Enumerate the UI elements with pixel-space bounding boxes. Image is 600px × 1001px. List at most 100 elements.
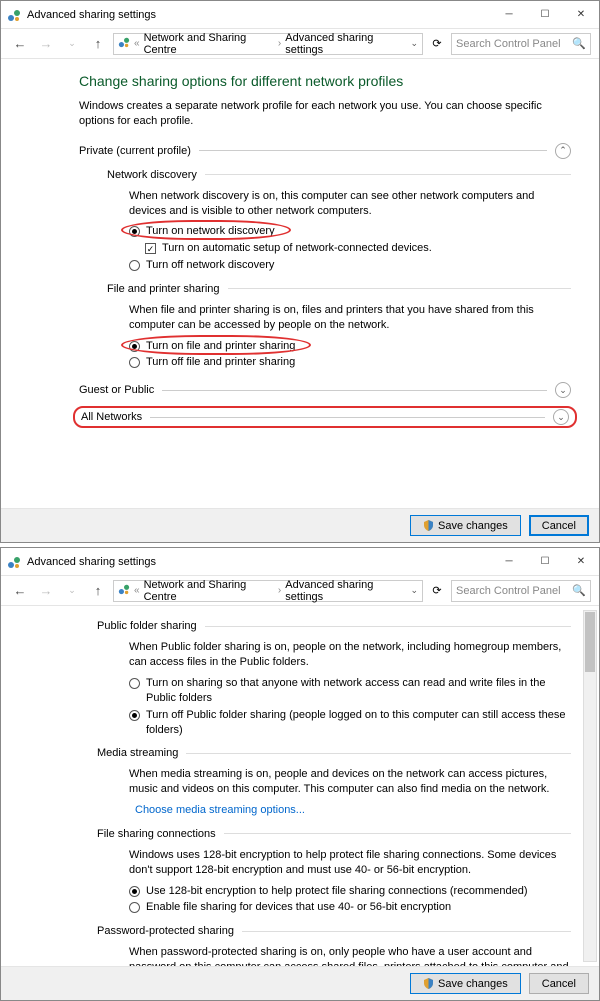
scrollbar-thumb[interactable] (585, 612, 595, 672)
minimize-button[interactable]: ─ (491, 1, 527, 29)
page-title: Change sharing options for different net… (79, 73, 571, 89)
breadcrumb-advanced-sharing[interactable]: Advanced sharing settings (285, 579, 406, 603)
search-icon: 🔍 (572, 584, 586, 597)
scrollbar[interactable] (583, 610, 597, 962)
subsection-media: Media streaming (97, 747, 571, 759)
fsc-desc: Windows uses 128-bit encryption to help … (129, 848, 571, 878)
section-private-label: Private (current profile) (79, 145, 191, 157)
forward-button[interactable]: → (35, 33, 57, 55)
breadcrumb[interactable]: « Network and Sharing Centre › Advanced … (113, 33, 423, 55)
subsection-fsc: File sharing connections (97, 828, 571, 840)
search-placeholder: Search Control Panel (456, 585, 561, 597)
radio-icon (129, 357, 140, 368)
section-all-networks[interactable]: All Networks ⌄ (73, 406, 577, 428)
radio-icon (129, 886, 140, 897)
footer: Save changes Cancel (1, 508, 599, 542)
radio-pf-on[interactable]: Turn on sharing so that anyone with netw… (129, 676, 571, 706)
window-advanced-sharing-bottom: Advanced sharing settings ─ ☐ ✕ ← → ⌄ ↑ … (0, 547, 600, 1001)
save-button[interactable]: Save changes (410, 515, 521, 536)
checkbox-nd-auto[interactable]: ✓ Turn on automatic setup of network-con… (145, 241, 571, 256)
checkbox-label: Turn on automatic setup of network-conne… (162, 241, 432, 256)
radio-label: Enable file sharing for devices that use… (146, 900, 451, 915)
subsection-label: Public folder sharing (97, 620, 197, 632)
radio-label: Turn off Public folder sharing (people l… (146, 708, 571, 738)
minimize-button[interactable]: ─ (491, 548, 527, 576)
breadcrumb-advanced-sharing[interactable]: Advanced sharing settings (285, 32, 406, 56)
subsection-label: File and printer sharing (107, 283, 220, 295)
maximize-button[interactable]: ☐ (527, 548, 563, 576)
window-title: Advanced sharing settings (27, 556, 491, 568)
shield-icon (423, 978, 434, 989)
radio-pf-off[interactable]: Turn off Public folder sharing (people l… (129, 708, 571, 738)
radio-fsc-128[interactable]: Use 128-bit encryption to help protect f… (129, 884, 571, 899)
radio-fp-off[interactable]: Turn off file and printer sharing (129, 355, 571, 370)
expand-icon[interactable]: ⌄ (553, 409, 569, 425)
radio-icon (129, 260, 140, 271)
chevron-down-icon[interactable]: ⌄ (410, 38, 418, 49)
titlebar: Advanced sharing settings ─ ☐ ✕ (1, 548, 599, 576)
radio-label: Turn on network discovery (146, 224, 275, 239)
network-center-icon (7, 8, 21, 22)
cancel-button[interactable]: Cancel (529, 973, 589, 994)
chevron-right-icon: › (278, 585, 281, 596)
radio-label: Turn off network discovery (146, 258, 274, 273)
breadcrumb-network-centre[interactable]: Network and Sharing Centre (144, 32, 274, 56)
radio-label: Turn on sharing so that anyone with netw… (146, 676, 571, 706)
section-private[interactable]: Private (current profile) ⌃ (79, 143, 571, 159)
section-guest[interactable]: Guest or Public ⌄ (79, 382, 571, 398)
collapse-icon[interactable]: ⌃ (555, 143, 571, 159)
save-button-label: Save changes (438, 520, 508, 532)
media-desc: When media streaming is on, people and d… (129, 767, 571, 797)
breadcrumb-sep-icon: « (134, 585, 140, 596)
cancel-button[interactable]: Cancel (529, 515, 589, 536)
up-button[interactable]: ↑ (87, 33, 109, 55)
titlebar: Advanced sharing settings ─ ☐ ✕ (1, 1, 599, 29)
up-button[interactable]: ↑ (87, 580, 109, 602)
cancel-button-label: Cancel (542, 978, 576, 990)
back-button[interactable]: ← (9, 33, 31, 55)
radio-fsc-40[interactable]: Enable file sharing for devices that use… (129, 900, 571, 915)
section-all-label: All Networks (81, 411, 142, 423)
radio-icon (129, 226, 140, 237)
radio-nd-off[interactable]: Turn off network discovery (129, 258, 571, 273)
search-placeholder: Search Control Panel (456, 38, 561, 50)
search-input[interactable]: Search Control Panel 🔍 (451, 33, 591, 55)
content-panel: Change sharing options for different net… (1, 59, 599, 508)
radio-icon (129, 710, 140, 721)
refresh-button[interactable]: ⟳ (427, 584, 447, 597)
breadcrumb-sep-icon: « (134, 38, 140, 49)
maximize-button[interactable]: ☐ (527, 1, 563, 29)
breadcrumb-network-centre[interactable]: Network and Sharing Centre (144, 579, 274, 603)
subsection-label: Network discovery (107, 169, 197, 181)
chevron-down-icon[interactable]: ⌄ (410, 585, 418, 596)
recent-dropdown[interactable]: ⌄ (61, 580, 83, 602)
refresh-button[interactable]: ⟳ (427, 37, 447, 50)
forward-button[interactable]: → (35, 580, 57, 602)
nav-toolbar: ← → ⌄ ↑ « Network and Sharing Centre › A… (1, 29, 599, 59)
radio-label: Use 128-bit encryption to help protect f… (146, 884, 528, 899)
radio-nd-on[interactable]: Turn on network discovery (129, 224, 571, 239)
expand-icon[interactable]: ⌄ (555, 382, 571, 398)
network-discovery-desc: When network discovery is on, this compu… (129, 189, 571, 219)
media-options-link[interactable]: Choose media streaming options... (135, 803, 305, 818)
radio-icon (129, 902, 140, 913)
save-button-label: Save changes (438, 978, 508, 990)
section-guest-label: Guest or Public (79, 384, 154, 396)
close-button[interactable]: ✕ (563, 548, 599, 576)
close-button[interactable]: ✕ (563, 1, 599, 29)
breadcrumb[interactable]: « Network and Sharing Centre › Advanced … (113, 580, 423, 602)
save-button[interactable]: Save changes (410, 973, 521, 994)
content-panel: Public folder sharing When Public folder… (1, 606, 599, 966)
subsection-label: File sharing connections (97, 828, 216, 840)
file-printer-desc: When file and printer sharing is on, fil… (129, 303, 571, 333)
page-intro: Windows creates a separate network profi… (79, 99, 571, 129)
search-input[interactable]: Search Control Panel 🔍 (451, 580, 591, 602)
back-button[interactable]: ← (9, 580, 31, 602)
recent-dropdown[interactable]: ⌄ (61, 33, 83, 55)
checkbox-icon: ✓ (145, 243, 156, 254)
subsection-public-folder: Public folder sharing (97, 620, 571, 632)
radio-label: Turn on file and printer sharing (146, 339, 295, 354)
radio-fp-on[interactable]: Turn on file and printer sharing (129, 339, 571, 354)
subsection-label: Password-protected sharing (97, 925, 234, 937)
nav-toolbar: ← → ⌄ ↑ « Network and Sharing Centre › A… (1, 576, 599, 606)
